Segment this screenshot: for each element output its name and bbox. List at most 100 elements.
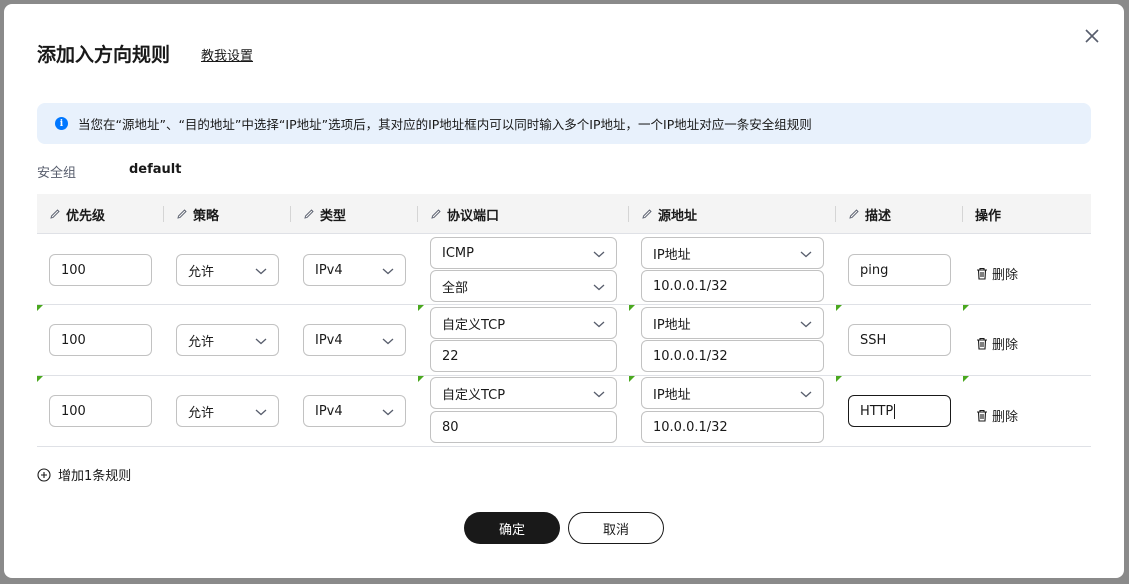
notice-banner: i 当您在“源地址”、“目的地址”中选择“IP地址”选项后，其对应的IP地址框内…: [37, 103, 1091, 144]
info-icon: i: [55, 117, 68, 130]
table-row: 100 允许 IPv4 自定义TCP 80 IP地址 10.0.0.1/32 H…: [37, 376, 1091, 447]
chevron-down-icon: [381, 265, 395, 275]
dialog-title: 添加入方向规则: [37, 44, 171, 66]
help-link[interactable]: 教我设置: [201, 45, 253, 64]
modified-marker: [629, 376, 635, 382]
type-select[interactable]: IPv4: [303, 254, 406, 286]
modified-marker: [37, 376, 43, 382]
delete-button[interactable]: 删除: [976, 334, 1018, 353]
type-value: IPv4: [315, 332, 343, 348]
pencil-icon: [176, 208, 188, 220]
source-type-select[interactable]: IP地址: [641, 237, 824, 269]
source-type-select[interactable]: IP地址: [641, 307, 824, 339]
cancel-button[interactable]: 取消: [568, 512, 664, 544]
pencil-icon: [848, 208, 860, 220]
header-policy-label: 策略: [193, 208, 220, 224]
rules-table-header: 优先级 策略 类型 协议端口 源地址 描述 操作: [37, 194, 1091, 234]
header-priority-label: 优先级: [66, 208, 106, 224]
pencil-icon: [641, 208, 653, 220]
policy-select[interactable]: 允许: [176, 254, 279, 286]
type-select[interactable]: IPv4: [303, 395, 406, 427]
modified-marker: [37, 305, 43, 311]
confirm-button[interactable]: 确定: [464, 512, 560, 544]
source-type-value: IP地址: [653, 387, 691, 403]
policy-value: 允许: [188, 334, 215, 350]
table-row: 100 允许 IPv4 ICMP 全部 IP地址 10.0.0.1/32 pin…: [37, 234, 1091, 305]
chevron-down-icon: [799, 318, 813, 328]
chevron-down-icon: [592, 318, 606, 328]
port-input[interactable]: 22: [430, 340, 617, 372]
source-ip-input[interactable]: 10.0.0.1/32: [641, 411, 824, 443]
description-value: HTTP: [860, 403, 894, 419]
modified-marker: [963, 305, 969, 311]
protocol-select[interactable]: ICMP: [430, 237, 617, 269]
description-input[interactable]: HTTP: [848, 395, 951, 427]
modified-marker: [836, 376, 842, 382]
header-protocol-port-label: 协议端口: [447, 208, 500, 224]
close-icon[interactable]: [1082, 26, 1102, 46]
source-type-value: IP地址: [653, 317, 691, 333]
delete-label: 删除: [992, 410, 1019, 425]
priority-input[interactable]: 100: [49, 254, 152, 286]
header-protocol-port: 协议端口: [430, 194, 499, 234]
priority-input[interactable]: 100: [49, 395, 152, 427]
modified-marker: [629, 305, 635, 311]
source-ip-input[interactable]: 10.0.0.1/32: [641, 340, 824, 372]
trash-icon: [976, 267, 988, 280]
header-priority: 优先级: [49, 194, 105, 234]
protocol-value: 自定义TCP: [442, 387, 506, 403]
policy-select[interactable]: 允许: [176, 395, 279, 427]
modified-marker: [418, 376, 424, 382]
trash-icon: [976, 409, 988, 422]
header-type-label: 类型: [320, 208, 347, 224]
pencil-icon: [430, 208, 442, 220]
port-input[interactable]: 80: [430, 411, 617, 443]
protocol-value: ICMP: [442, 245, 474, 261]
delete-button[interactable]: 删除: [976, 264, 1018, 283]
modified-marker: [836, 305, 842, 311]
protocol-select[interactable]: 自定义TCP: [430, 307, 617, 339]
notice-text: 当您在“源地址”、“目的地址”中选择“IP地址”选项后，其对应的IP地址框内可以…: [78, 117, 812, 132]
delete-button[interactable]: 删除: [976, 406, 1018, 425]
policy-select[interactable]: 允许: [176, 324, 279, 356]
type-value: IPv4: [315, 403, 343, 419]
policy-value: 允许: [188, 264, 215, 280]
chevron-down-icon: [592, 281, 606, 291]
header-actions-label: 操作: [975, 208, 1002, 224]
table-row: 100 允许 IPv4 自定义TCP 22 IP地址 10.0.0.1/32 S…: [37, 305, 1091, 376]
security-group-label: 安全组: [37, 166, 77, 181]
header-actions: 操作: [975, 194, 1001, 234]
pencil-icon: [49, 208, 61, 220]
header-source: 源地址: [641, 194, 697, 234]
source-ip-input[interactable]: 10.0.0.1/32: [641, 270, 824, 302]
trash-icon: [976, 337, 988, 350]
modified-marker: [963, 376, 969, 382]
description-input[interactable]: ping: [848, 254, 951, 286]
description-input[interactable]: SSH: [848, 324, 951, 356]
security-group-value: default: [129, 162, 182, 177]
port-value: 全部: [442, 280, 469, 296]
delete-label: 删除: [992, 338, 1019, 353]
add-inbound-rule-dialog: 添加入方向规则 教我设置 i 当您在“源地址”、“目的地址”中选择“IP地址”选…: [4, 4, 1124, 578]
text-cursor: [894, 403, 896, 419]
chevron-down-icon: [254, 335, 268, 345]
port-select[interactable]: 全部: [430, 270, 617, 302]
add-rule-button[interactable]: 增加1条规则: [37, 465, 131, 484]
header-policy: 策略: [176, 194, 219, 234]
header-source-label: 源地址: [658, 208, 698, 224]
chevron-down-icon: [381, 335, 395, 345]
protocol-select[interactable]: 自定义TCP: [430, 377, 617, 409]
chevron-down-icon: [592, 388, 606, 398]
protocol-value: 自定义TCP: [442, 317, 506, 333]
chevron-down-icon: [381, 406, 395, 416]
source-type-select[interactable]: IP地址: [641, 377, 824, 409]
chevron-down-icon: [254, 265, 268, 275]
header-type: 类型: [303, 194, 346, 234]
chevron-down-icon: [799, 388, 813, 398]
policy-value: 允许: [188, 405, 215, 421]
type-value: IPv4: [315, 262, 343, 278]
type-select[interactable]: IPv4: [303, 324, 406, 356]
header-description: 描述: [848, 194, 891, 234]
priority-input[interactable]: 100: [49, 324, 152, 356]
modified-marker: [418, 305, 424, 311]
